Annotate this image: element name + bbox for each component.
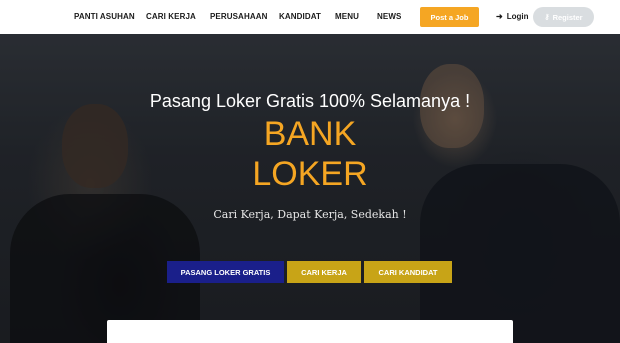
key-icon: ⚷ xyxy=(544,14,550,21)
search-panel xyxy=(107,320,513,343)
cari-kerja-button[interactable]: CARI KERJA xyxy=(287,261,361,283)
hero-brand-bank: BANK xyxy=(263,115,357,153)
hero-subtitle: Cari Kerja, Dapat Kerja, Sedekah ! xyxy=(213,208,407,221)
hero-tagline: Pasang Loker Gratis 100% Selamanya ! xyxy=(149,91,471,111)
login-link[interactable]: ➜ Login xyxy=(496,12,528,21)
hero-banner: Pasang Loker Gratis 100% Selamanya ! BAN… xyxy=(0,34,620,343)
post-job-button[interactable]: Post a Job xyxy=(420,7,479,27)
register-button[interactable]: ⚷ Register xyxy=(533,7,594,27)
top-navbar: PANTI ASUHAN CARI KERJA PERUSAHAAN KANDI… xyxy=(0,0,620,34)
sign-in-icon: ➜ xyxy=(496,11,503,21)
cari-kandidat-button[interactable]: CARI KANDIDAT xyxy=(364,261,452,283)
pasang-loker-gratis-button[interactable]: PASANG LOKER GRATIS xyxy=(167,261,284,283)
nav-item-panti-asuhan[interactable]: PANTI ASUHAN xyxy=(74,12,135,21)
hero-brand-loker: LOKER xyxy=(252,155,368,193)
register-label: Register xyxy=(552,12,583,22)
nav-item-kandidat[interactable]: KANDIDAT xyxy=(279,12,321,21)
nav-item-perusahaan[interactable]: PERUSAHAAN xyxy=(210,12,267,21)
nav-item-cari-kerja[interactable]: CARI KERJA xyxy=(146,12,196,21)
nav-item-menu[interactable]: MENU xyxy=(335,12,359,21)
nav-item-news[interactable]: NEWS xyxy=(377,12,401,21)
login-label: Login xyxy=(506,12,529,21)
